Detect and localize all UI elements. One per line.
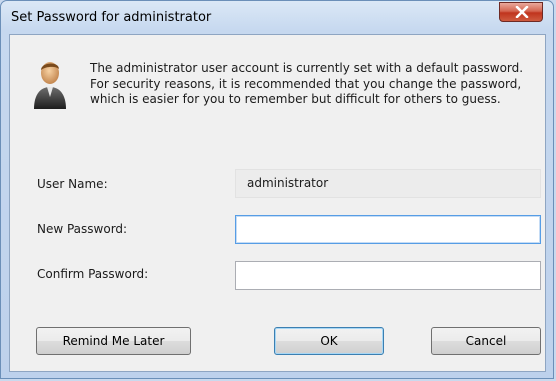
close-icon: [515, 6, 529, 18]
dialog-body: The administrator user account is curren…: [9, 34, 546, 372]
close-button[interactable]: [499, 2, 543, 22]
new-password-field[interactable]: [235, 215, 541, 244]
info-message: The administrator user account is curren…: [90, 61, 524, 106]
confirm-password-field[interactable]: [235, 261, 541, 290]
remind-me-later-button[interactable]: Remind Me Later: [36, 327, 191, 355]
dialog-title: Set Password for administrator: [11, 10, 212, 25]
confirm-password-label: Confirm Password:: [37, 267, 149, 281]
ok-button[interactable]: OK: [274, 327, 384, 355]
dialog-window: Set Password for administrator The admin…: [0, 0, 554, 379]
cancel-button[interactable]: Cancel: [431, 327, 541, 355]
username-value: administrator: [247, 176, 329, 190]
user-icon: [34, 62, 66, 109]
new-password-label: New Password:: [37, 222, 128, 236]
title-bar[interactable]: Set Password for administrator: [1, 1, 553, 33]
username-label: User Name:: [37, 177, 108, 191]
